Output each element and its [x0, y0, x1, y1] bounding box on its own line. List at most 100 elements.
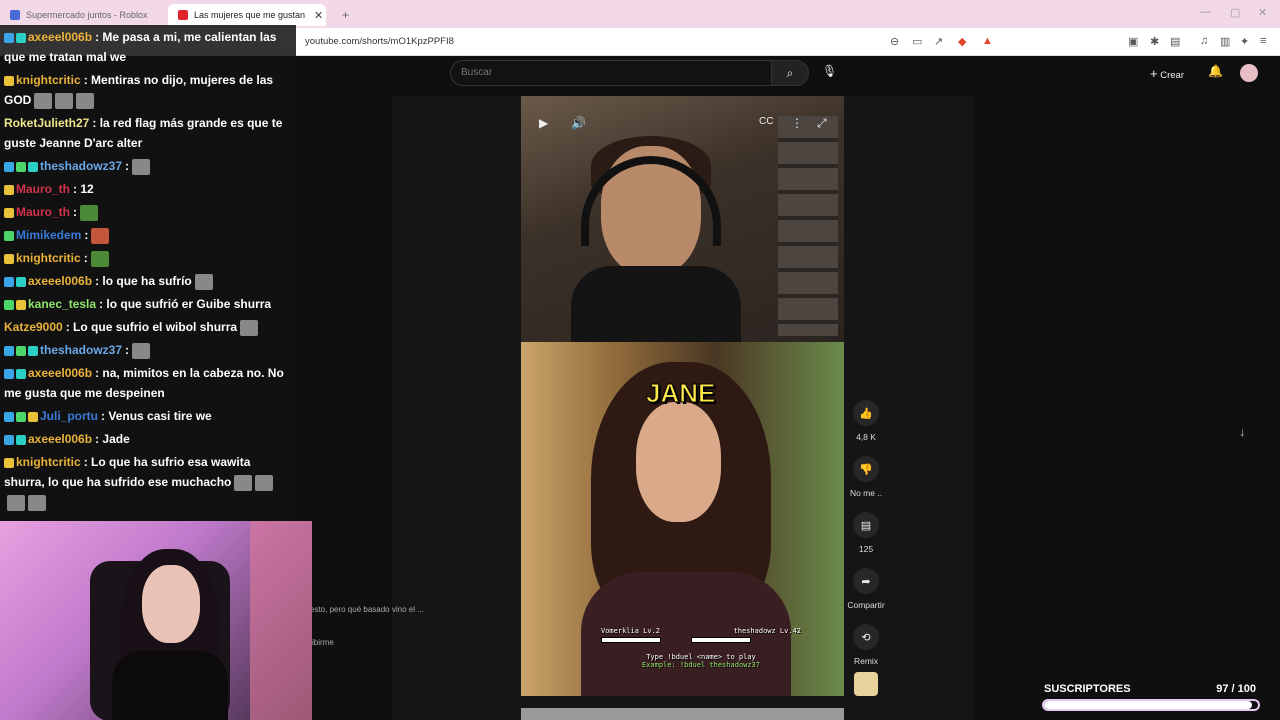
chat-emote-icon: [34, 92, 53, 109]
chat-emote-icon: [55, 92, 74, 109]
dislike-button[interactable]: 👎 No me ..: [846, 456, 886, 498]
next-short-preview[interactable]: [521, 708, 844, 720]
chat-badge-icon: [16, 368, 26, 379]
chat-username[interactable]: Juli_portu: [40, 409, 98, 423]
chat-text: : Venus casi tire we: [101, 409, 212, 423]
microphone-icon[interactable]: 🎙: [822, 64, 837, 78]
chat-badge-icon: [4, 411, 14, 422]
chat-emote-icon: [132, 158, 151, 175]
chat-emote-icon: [7, 494, 25, 511]
chat-username[interactable]: theshadowz37: [40, 343, 122, 357]
zoom-icon[interactable]: ⊖: [890, 35, 899, 48]
chat-badge-icon: [4, 457, 14, 468]
chat-text: :: [125, 159, 130, 173]
search-input[interactable]: Buscar: [450, 60, 772, 86]
comments-button[interactable]: ▤ 125: [846, 512, 886, 554]
search-button[interactable]: ⌕: [771, 60, 809, 86]
maximize-icon[interactable]: ▢: [1230, 6, 1240, 19]
chat-username[interactable]: knightcritic: [16, 455, 81, 469]
remix-button[interactable]: ⟲ Remix: [846, 624, 886, 666]
extension-icon[interactable]: ▣: [1128, 35, 1138, 48]
wallet-icon[interactable]: ▥: [1220, 35, 1230, 48]
chat-text: : Jade: [95, 432, 130, 446]
chat-message: axeeel006b: na, mimitos en la cabeza no.…: [4, 363, 292, 403]
new-tab-button[interactable]: +: [332, 4, 349, 26]
streamer-webcam: [0, 521, 312, 720]
chat-badge-icon: [4, 299, 14, 310]
music-icon[interactable]: ♫: [1200, 35, 1208, 47]
channel-thumbnail[interactable]: [854, 672, 878, 696]
chat-emote-icon: [132, 342, 151, 359]
comments-count: 125: [858, 544, 874, 554]
chat-emote-icon: [76, 92, 95, 109]
play-icon[interactable]: ▶: [539, 116, 548, 130]
brave-shield-icon[interactable]: ◆: [958, 35, 966, 48]
chat-badge-icon: [28, 161, 38, 172]
duel-hint: Type !bduel <name> to play: [646, 653, 756, 661]
player-right-label: theshadowz Lv.42: [733, 627, 801, 635]
next-video-arrow-icon[interactable]: ↓: [1239, 424, 1246, 439]
chat-username[interactable]: knightcritic: [16, 251, 81, 265]
subscribe-fragment[interactable]: ibirme: [312, 638, 334, 647]
chat-badge-icon: [28, 345, 38, 356]
chat-username[interactable]: Katze9000: [4, 320, 63, 334]
user-avatar[interactable]: [1240, 64, 1258, 82]
chat-text: :: [83, 251, 88, 265]
chat-username[interactable]: Mauro_th: [16, 205, 70, 219]
close-tab-icon[interactable]: ✕: [314, 9, 323, 22]
streamer-cam-frame: [521, 96, 844, 346]
chat-text: :: [125, 343, 130, 357]
chat-username[interactable]: Mauro_th: [16, 182, 70, 196]
chat-message: knightcritic:: [4, 248, 292, 268]
like-button[interactable]: 👍 4,8 K: [846, 400, 886, 442]
chat-text: : 12: [73, 182, 94, 196]
sidebar-icon[interactable]: ▤: [1170, 35, 1180, 48]
chat-username[interactable]: axeeel006b: [28, 366, 92, 380]
cast-icon[interactable]: ▭: [912, 35, 922, 48]
chat-badge-icon: [28, 411, 38, 422]
url-text[interactable]: youtube.com/shorts/mO1KpzPPFI8: [305, 36, 454, 47]
chat-message: kanec_tesla: lo que sufrió er Guibe shur…: [4, 294, 292, 314]
figure-shelf: [778, 116, 838, 336]
chat-badge-icon: [4, 368, 14, 379]
tab-roblox[interactable]: Supermercado juntos - Roblox: [0, 4, 168, 26]
menu-icon[interactable]: ≡: [1260, 35, 1266, 47]
fullscreen-icon[interactable]: ⤢: [817, 116, 827, 131]
rewards-icon[interactable]: ▲: [982, 35, 993, 47]
chat-username[interactable]: kanec_tesla: [28, 297, 96, 311]
notifications-bell-icon[interactable]: 🔔: [1208, 64, 1223, 78]
description-fragment: esto, pero qué basado vino el ...: [310, 605, 424, 614]
share-button[interactable]: ➦ Compartir: [846, 568, 886, 610]
roblox-favicon-icon: [10, 10, 20, 20]
captions-icon[interactable]: CC: [759, 116, 773, 127]
browser-tab-bar: Supermercado juntos - Roblox Las mujeres…: [0, 0, 1280, 28]
tab-label: Supermercado juntos - Roblox: [26, 10, 148, 20]
face-shape: [636, 402, 721, 522]
chat-username[interactable]: axeeel006b: [28, 274, 92, 288]
create-button[interactable]: + Crear: [1150, 66, 1184, 81]
puzzle-icon[interactable]: ✱: [1150, 35, 1159, 48]
ai-icon[interactable]: ✦: [1240, 35, 1249, 48]
chat-username[interactable]: knightcritic: [16, 73, 81, 87]
chat-badge-icon: [4, 230, 14, 241]
chat-badge-icon: [16, 161, 26, 172]
tab-youtube[interactable]: Las mujeres que me gustan. - Yo ✕: [168, 4, 326, 26]
player-right-hp: [691, 637, 751, 643]
chat-username[interactable]: Mimikedem: [16, 228, 81, 242]
share-page-icon[interactable]: ↗: [934, 35, 943, 48]
subscriber-goal-widget: SUSCRIPTORES 97 / 100: [1040, 682, 1262, 716]
minimize-icon[interactable]: —: [1200, 6, 1211, 18]
chat-text: :: [84, 228, 89, 242]
close-window-icon[interactable]: ✕: [1258, 6, 1267, 19]
chat-text: : lo que ha sufrío: [95, 274, 192, 288]
chat-username[interactable]: theshadowz37: [40, 159, 122, 173]
chat-badge-icon: [4, 184, 14, 195]
chat-username[interactable]: RoketJulieth27: [4, 116, 89, 130]
short-video-player[interactable]: ▶ 🔊 CC ⋮ ⤢ JANE Vomerklia Lv.2 theshadow…: [521, 96, 844, 696]
chat-username[interactable]: axeeel006b: [28, 432, 92, 446]
chat-username[interactable]: axeeel006b: [28, 30, 92, 44]
more-options-icon[interactable]: ⋮: [791, 116, 803, 130]
volume-icon[interactable]: 🔊: [571, 116, 586, 130]
chat-emote-icon: [234, 474, 253, 491]
chat-badge-icon: [16, 411, 26, 422]
